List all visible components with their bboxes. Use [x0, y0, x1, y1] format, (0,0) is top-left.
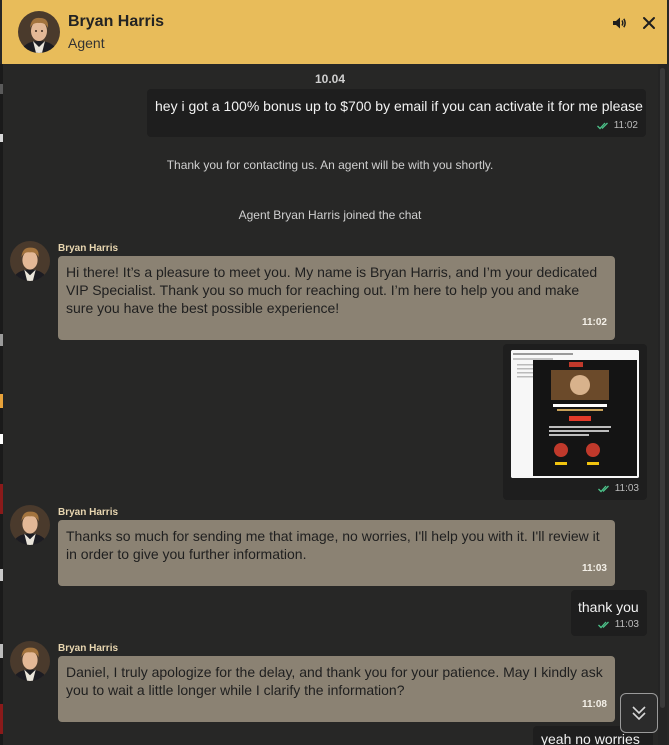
chat-messages-area[interactable]: 10.04 hey i got a 100% bonus up to $700 …: [3, 64, 657, 745]
outgoing-image-message: 11:03: [503, 344, 647, 500]
agent-avatar: [10, 241, 50, 281]
agent-role: Agent: [68, 35, 105, 51]
message-text: Thanks so much for sending me that image…: [66, 528, 600, 562]
close-icon[interactable]: [638, 12, 660, 34]
system-message: Thank you for contacting us. An agent wi…: [166, 158, 494, 172]
agent-avatar: [18, 11, 60, 53]
message-time: 11:03: [581, 563, 607, 574]
chat-header: Bryan Harris Agent: [2, 0, 667, 64]
sender-name: Bryan Harris: [58, 243, 119, 254]
read-check-icon: [597, 485, 609, 492]
agent-name: Bryan Harris: [68, 13, 165, 30]
message-text: hey i got a 100% bonus up to $700 by ema…: [155, 98, 643, 114]
double-chevron-down-icon: [632, 706, 646, 721]
read-check-icon: [597, 621, 609, 628]
agent-avatar: [10, 505, 50, 545]
incoming-message: Thanks so much for sending me that image…: [58, 520, 615, 586]
message-time: 11:03: [614, 483, 639, 494]
message-time: 11:08: [581, 699, 607, 710]
message-text: yeah no worries: [541, 731, 640, 745]
message-text: Hi there! It’s a pleasure to meet you. M…: [66, 264, 598, 316]
date-separator: 10.04: [314, 72, 346, 86]
message-time: 11:02: [581, 317, 607, 328]
sender-name: Bryan Harris: [58, 643, 119, 654]
speaker-icon[interactable]: [608, 12, 630, 34]
outgoing-message: thank you 11:03: [571, 590, 647, 636]
sender-name: Bryan Harris: [58, 507, 119, 518]
read-check-icon: [596, 122, 608, 129]
message-time: 11:03: [614, 619, 639, 630]
scroll-down-button[interactable]: [620, 693, 658, 733]
system-message: Agent Bryan Harris joined the chat: [238, 208, 422, 222]
message-text: thank you: [578, 599, 639, 615]
scrollbar[interactable]: [658, 64, 667, 745]
message-text: Daniel, I truly apologize for the delay,…: [66, 664, 603, 698]
agent-avatar: [10, 641, 50, 681]
incoming-message: Daniel, I truly apologize for the delay,…: [58, 656, 615, 722]
message-time: 11:02: [613, 120, 638, 131]
outgoing-message: hey i got a 100% bonus up to $700 by ema…: [147, 89, 646, 137]
incoming-message: Hi there! It’s a pleasure to meet you. M…: [58, 256, 615, 340]
email-screenshot-image[interactable]: [511, 350, 639, 478]
chat-window: Bryan Harris Agent 10.04 hey i got a 100…: [0, 0, 669, 745]
scrollbar-thumb[interactable]: [660, 68, 665, 708]
